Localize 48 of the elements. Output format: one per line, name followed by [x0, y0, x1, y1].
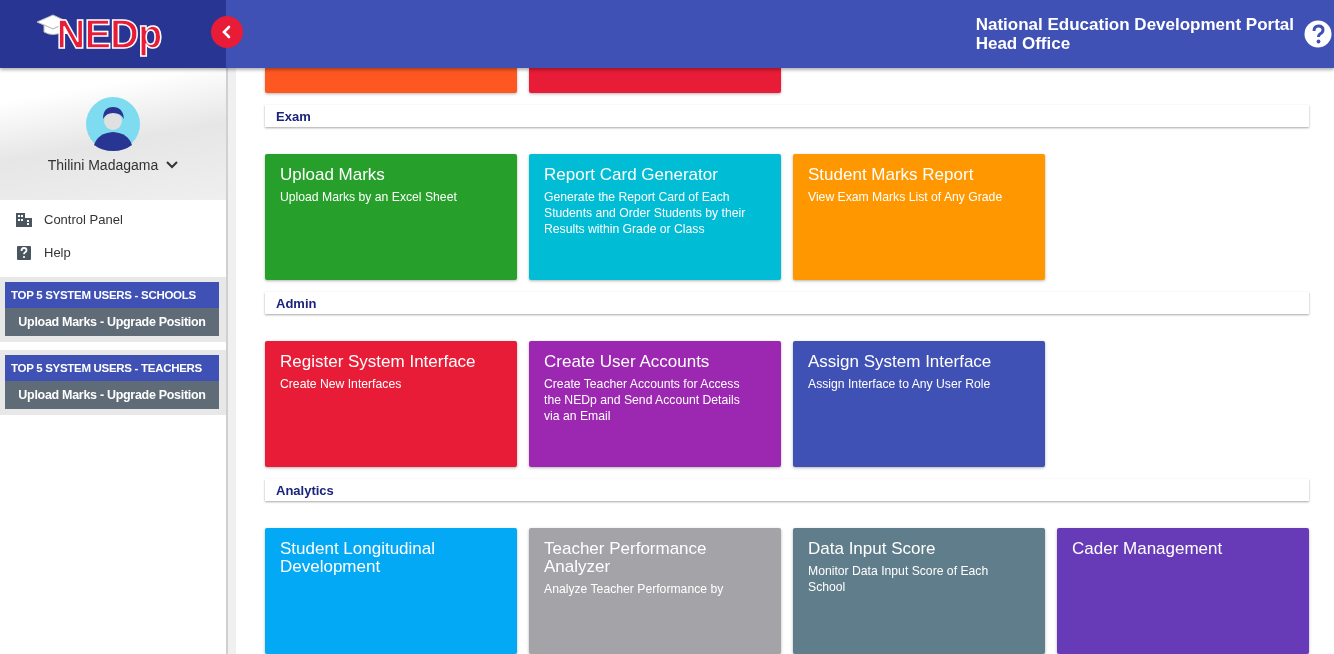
tile-description: Create New Interfaces — [280, 376, 403, 392]
widget-title: TOP 5 SYSTEM USERS - TEACHERS — [5, 355, 219, 381]
feature-tile[interactable]: Data Input Score Monitor Data Input Score of Each School — [793, 528, 1045, 654]
tile-description: Assign Interface to Any User Role — [808, 376, 992, 392]
building-icon — [16, 212, 32, 227]
tile-title: Data Input Score — [808, 540, 937, 558]
scrollbar[interactable] — [226, 68, 236, 654]
section-header: Exam — [265, 105, 1309, 127]
widget-action[interactable]: Upload Marks - Upgrade Position — [5, 308, 219, 336]
feature-tile[interactable]: Assign System Interface Assign Interface to Any User Role — [793, 341, 1045, 467]
widget-action[interactable]: Upload Marks - Upgrade Position — [5, 381, 219, 409]
tile-title: Report Card Generator — [544, 166, 719, 184]
logo: NEDp — [56, 14, 162, 54]
menu-item[interactable]: Control Panel — [0, 203, 226, 236]
user-menu-button[interactable]: Thilini Madagama — [47, 157, 179, 173]
tile[interactable] — [529, 68, 781, 93]
help-icon — [16, 244, 32, 261]
tile-title: Student Marks Report — [808, 166, 975, 184]
tile-title: Upload Marks — [280, 166, 386, 184]
widget-title: TOP 5 SYSTEM USERS - SCHOOLS — [5, 282, 219, 308]
tile-title: Teacher Performance Analyzer — [544, 540, 708, 576]
portal-title: National Education Development Portal — [975, 15, 1294, 34]
tile-description: Upload Marks by an Excel Sheet — [280, 189, 458, 205]
tile-title: Create User Accounts — [544, 353, 711, 371]
avatar-icon — [86, 97, 140, 151]
feature-tile[interactable]: Cader Management — [1057, 528, 1309, 654]
chevron-down-icon — [166, 161, 179, 169]
tile-description: Monitor Data Input Score of Each School — [808, 563, 990, 595]
menu-item[interactable]: Help — [0, 236, 226, 269]
menu-label: Help — [44, 245, 71, 260]
tile-title: Student Longitudinal Development — [280, 540, 437, 576]
feature-tile[interactable]: Register System Interface Create New Interfaces — [265, 341, 517, 467]
tile-title: Cader Management — [1072, 540, 1224, 558]
help-icon[interactable] — [1304, 20, 1332, 48]
section-header: Admin — [265, 292, 1309, 314]
feature-tile[interactable]: Create User Accounts Create Teacher Accounts for Access the NEDp and Send Account Details via an Email — [529, 341, 781, 467]
tile-title: Assign System Interface — [808, 353, 993, 371]
office-name: Head Office — [975, 34, 1072, 53]
tile[interactable] — [265, 68, 517, 93]
section-header: Analytics — [265, 479, 1309, 501]
collapse-sidebar-button[interactable] — [211, 16, 243, 48]
tile-description: Generate the Report Card of Each Students and Order Students by their Results within Grade or Class — [544, 189, 747, 237]
tile-description: Create Teacher Accounts for Access the NEDp and Send Account Details via an Email — [544, 376, 741, 424]
menu-label: Control Panel — [44, 212, 123, 227]
tile-title: Register System Interface — [280, 353, 477, 371]
tile-description: Analyze Teacher Performance by — [544, 581, 725, 597]
feature-tile[interactable]: Upload Marks Upload Marks by an Excel Sheet — [265, 154, 517, 280]
tile-description: View Exam Marks List of Any Grade — [808, 189, 1004, 205]
